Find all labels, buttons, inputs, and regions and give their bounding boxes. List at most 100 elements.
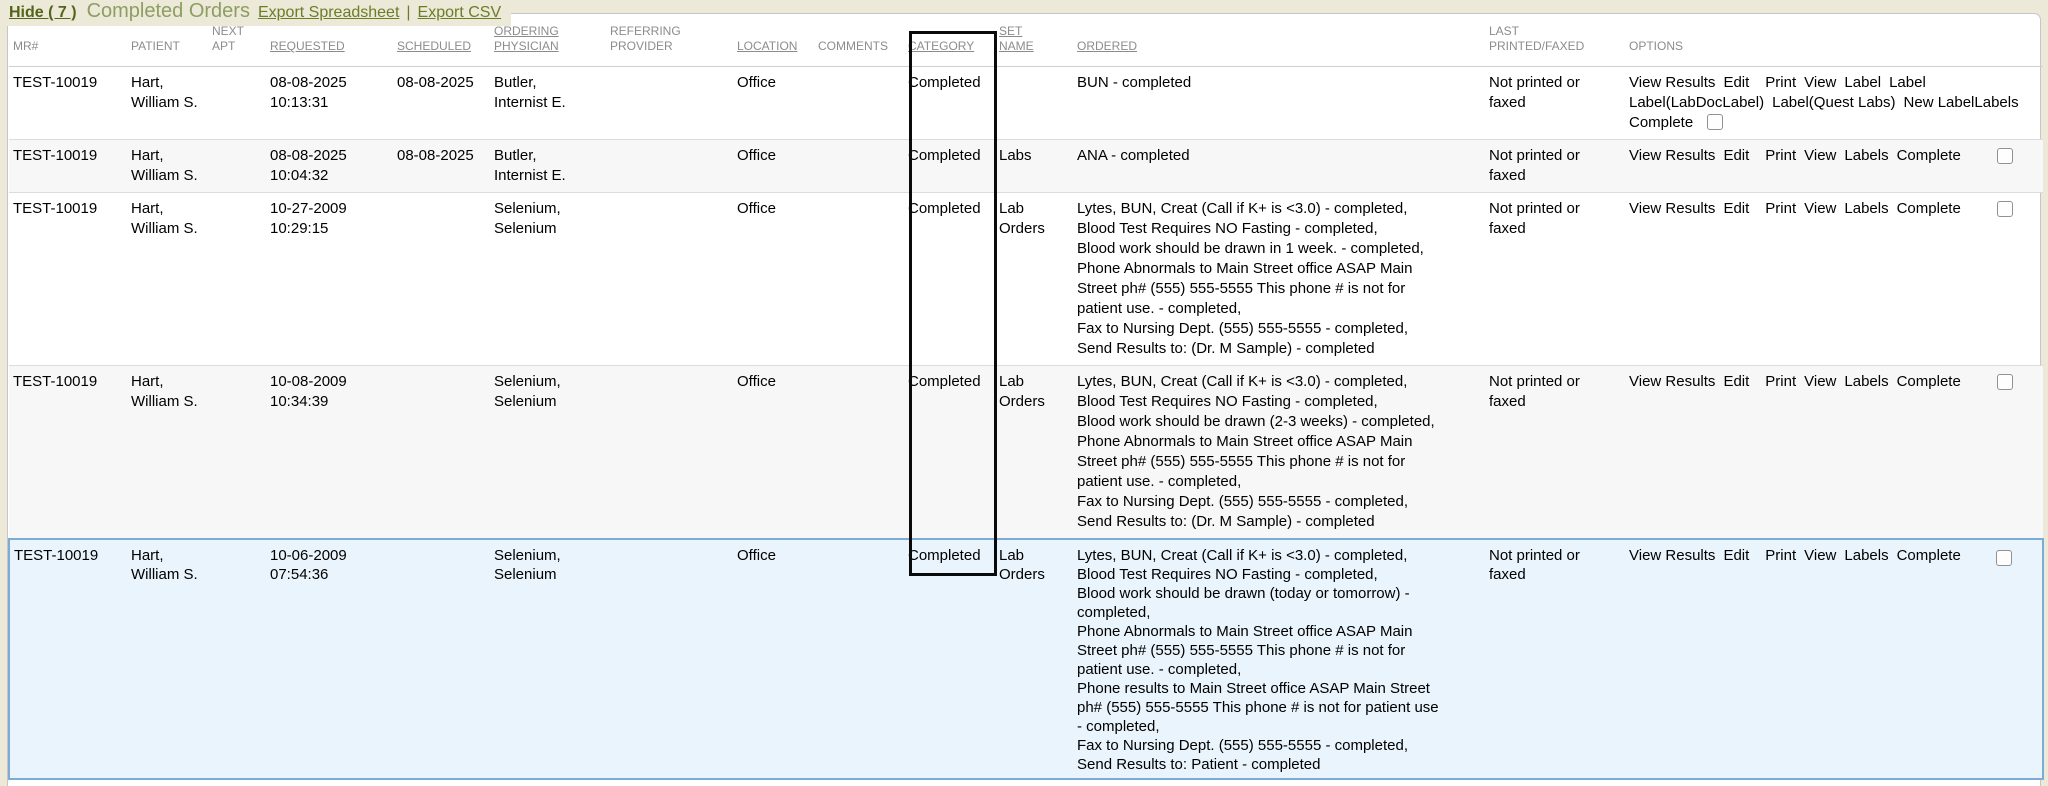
option-print-link[interactable]: Print	[1765, 73, 1796, 93]
cell-options: View Results Edit Print View Labels Complete	[1625, 539, 2043, 779]
column-header-last-printed: LAST PRINTED/FAXED	[1485, 14, 1625, 67]
cell-patient: Hart, William S.	[127, 67, 208, 140]
cell-set-name	[995, 67, 1073, 140]
export-csv-link[interactable]: Export CSV	[418, 4, 502, 22]
option-print-link[interactable]: Print	[1765, 546, 1796, 565]
option-view-results-link[interactable]: View Results	[1629, 73, 1715, 93]
cell-last-printed: Not printed or faxed	[1485, 539, 1625, 779]
cell-referring-provider	[606, 193, 733, 366]
export-spreadsheet-link[interactable]: Export Spreadsheet	[258, 4, 399, 22]
cell-scheduled: 08-08-2025	[393, 140, 490, 193]
cell-requested: 08-08-2025 10:04:32	[266, 140, 393, 193]
option-view-link[interactable]: View	[1804, 146, 1836, 166]
order-row: TEST-10019Hart, William S.10-06-2009 07:…	[9, 539, 2043, 779]
option-view-link[interactable]: View	[1804, 73, 1836, 93]
option-complete-link[interactable]: Complete	[1629, 113, 1693, 133]
column-header-category[interactable]: CATEGORY	[904, 14, 995, 67]
cell-ordered: Lytes, BUN, Creat (Call if K+ is <3.0) -…	[1073, 366, 1485, 540]
cell-scheduled	[393, 539, 490, 779]
cell-requested: 10-27-2009 10:29:15	[266, 193, 393, 366]
hide-toggle-link[interactable]: Hide ( 7 )	[9, 4, 77, 22]
option-complete-link[interactable]: Complete	[1897, 199, 1961, 219]
cell-category: Completed	[904, 140, 995, 193]
option-view-results-link[interactable]: View Results	[1629, 372, 1715, 392]
column-header-comments: COMMENTS	[814, 14, 904, 67]
complete-checkbox[interactable]	[1997, 201, 2013, 217]
cell-last-printed: Not printed or faxed	[1485, 193, 1625, 366]
cell-referring-provider	[606, 366, 733, 540]
cell-mr: TEST-10019	[9, 140, 127, 193]
cell-comments	[814, 366, 904, 540]
cell-scheduled	[393, 366, 490, 540]
complete-checkbox[interactable]	[1997, 374, 2013, 390]
cell-mr: TEST-10019	[9, 366, 127, 540]
option-labels-link[interactable]: Labels	[1844, 146, 1888, 166]
cell-next-apt	[208, 140, 266, 193]
option-edit-link[interactable]: Edit	[1723, 199, 1749, 219]
option-complete-link[interactable]: Complete	[1897, 146, 1961, 166]
complete-checkbox[interactable]	[1707, 114, 1723, 130]
order-row: TEST-10019Hart, William S. 08-08-2025 10:…	[9, 140, 2043, 193]
option-view-results-link[interactable]: View Results	[1629, 199, 1715, 219]
option-edit-link[interactable]: Edit	[1723, 146, 1749, 166]
option-label-link[interactable]: Label	[1844, 73, 1881, 93]
column-header-set-name[interactable]: SET NAME	[995, 14, 1073, 67]
cell-referring-provider	[606, 67, 733, 140]
cell-location: Office	[733, 193, 814, 366]
cell-patient: Hart, William S.	[127, 140, 208, 193]
option-label-quest-labs-link[interactable]: Label(Quest Labs)	[1772, 93, 1895, 113]
option-labels-link[interactable]: Labels	[1844, 546, 1888, 565]
option-labels-link[interactable]: Labels	[1844, 199, 1888, 219]
orders-table: MR#PATIENTNEXT APTREQUESTEDSCHEDULEDORDE…	[8, 14, 2044, 780]
cell-requested: 08-08-2025 10:13:31	[266, 67, 393, 140]
cell-set-name: Lab Orders	[995, 539, 1073, 779]
cell-requested: 10-08-2009 10:34:39	[266, 366, 393, 540]
cell-ordering-physician: Butler, Internist E.	[490, 140, 606, 193]
complete-checkbox[interactable]	[1997, 148, 2013, 164]
cell-next-apt	[208, 193, 266, 366]
cell-category: Completed	[904, 366, 995, 540]
option-view-link[interactable]: View	[1804, 546, 1836, 565]
option-edit-link[interactable]: Edit	[1723, 546, 1749, 565]
cell-options: View ResultsEditPrintViewLabelLabelLabel…	[1625, 67, 2043, 140]
cell-ordering-physician: Selenium, Selenium	[490, 539, 606, 779]
cell-mr: TEST-10019	[9, 539, 127, 779]
option-view-link[interactable]: View	[1804, 199, 1836, 219]
option-edit-link[interactable]: Edit	[1723, 372, 1749, 392]
cell-location: Office	[733, 140, 814, 193]
cell-requested: 10-06-2009 07:54:36	[266, 539, 393, 779]
cell-category: Completed	[904, 67, 995, 140]
cell-ordered: ANA - completed	[1073, 140, 1485, 193]
column-header-ordered[interactable]: ORDERED	[1073, 14, 1485, 67]
column-header-options: OPTIONS	[1625, 14, 2043, 67]
option-view-results-link[interactable]: View Results	[1629, 146, 1715, 166]
cell-patient: Hart, William S.	[127, 366, 208, 540]
column-header-referring-provider: REFERRING PROVIDER	[606, 14, 733, 67]
separator-pipe: |	[406, 4, 410, 22]
cell-set-name: Labs	[995, 140, 1073, 193]
cell-mr: TEST-10019	[9, 67, 127, 140]
option-view-results-link[interactable]: View Results	[1629, 546, 1715, 565]
option-print-link[interactable]: Print	[1765, 199, 1796, 219]
complete-checkbox[interactable]	[1996, 550, 2012, 566]
option-print-link[interactable]: Print	[1765, 372, 1796, 392]
option-view-link[interactable]: View	[1804, 372, 1836, 392]
option-print-link[interactable]: Print	[1765, 146, 1796, 166]
cell-patient: Hart, William S.	[127, 193, 208, 366]
cell-set-name: Lab Orders	[995, 193, 1073, 366]
option-label-link[interactable]: Label	[1889, 73, 1926, 93]
cell-comments	[814, 67, 904, 140]
option-complete-link[interactable]: Complete	[1897, 546, 1961, 565]
cell-location: Office	[733, 67, 814, 140]
option-edit-link[interactable]: Edit	[1723, 73, 1749, 93]
column-header-location[interactable]: LOCATION	[733, 14, 814, 67]
cell-last-printed: Not printed or faxed	[1485, 366, 1625, 540]
option-label-labdoclabel-link[interactable]: Label(LabDocLabel)	[1629, 93, 1764, 113]
option-labels-link[interactable]: Labels	[1844, 372, 1888, 392]
option-complete-link[interactable]: Complete	[1897, 372, 1961, 392]
cell-options: View Results Edit Print View Labels Complete	[1625, 140, 2043, 193]
order-row: TEST-10019Hart, William S. 10-08-2009 10:…	[9, 366, 2043, 540]
cell-comments	[814, 140, 904, 193]
option-new-labellabels-link[interactable]: New LabelLabels	[1904, 93, 2019, 113]
cell-category: Completed	[904, 193, 995, 366]
